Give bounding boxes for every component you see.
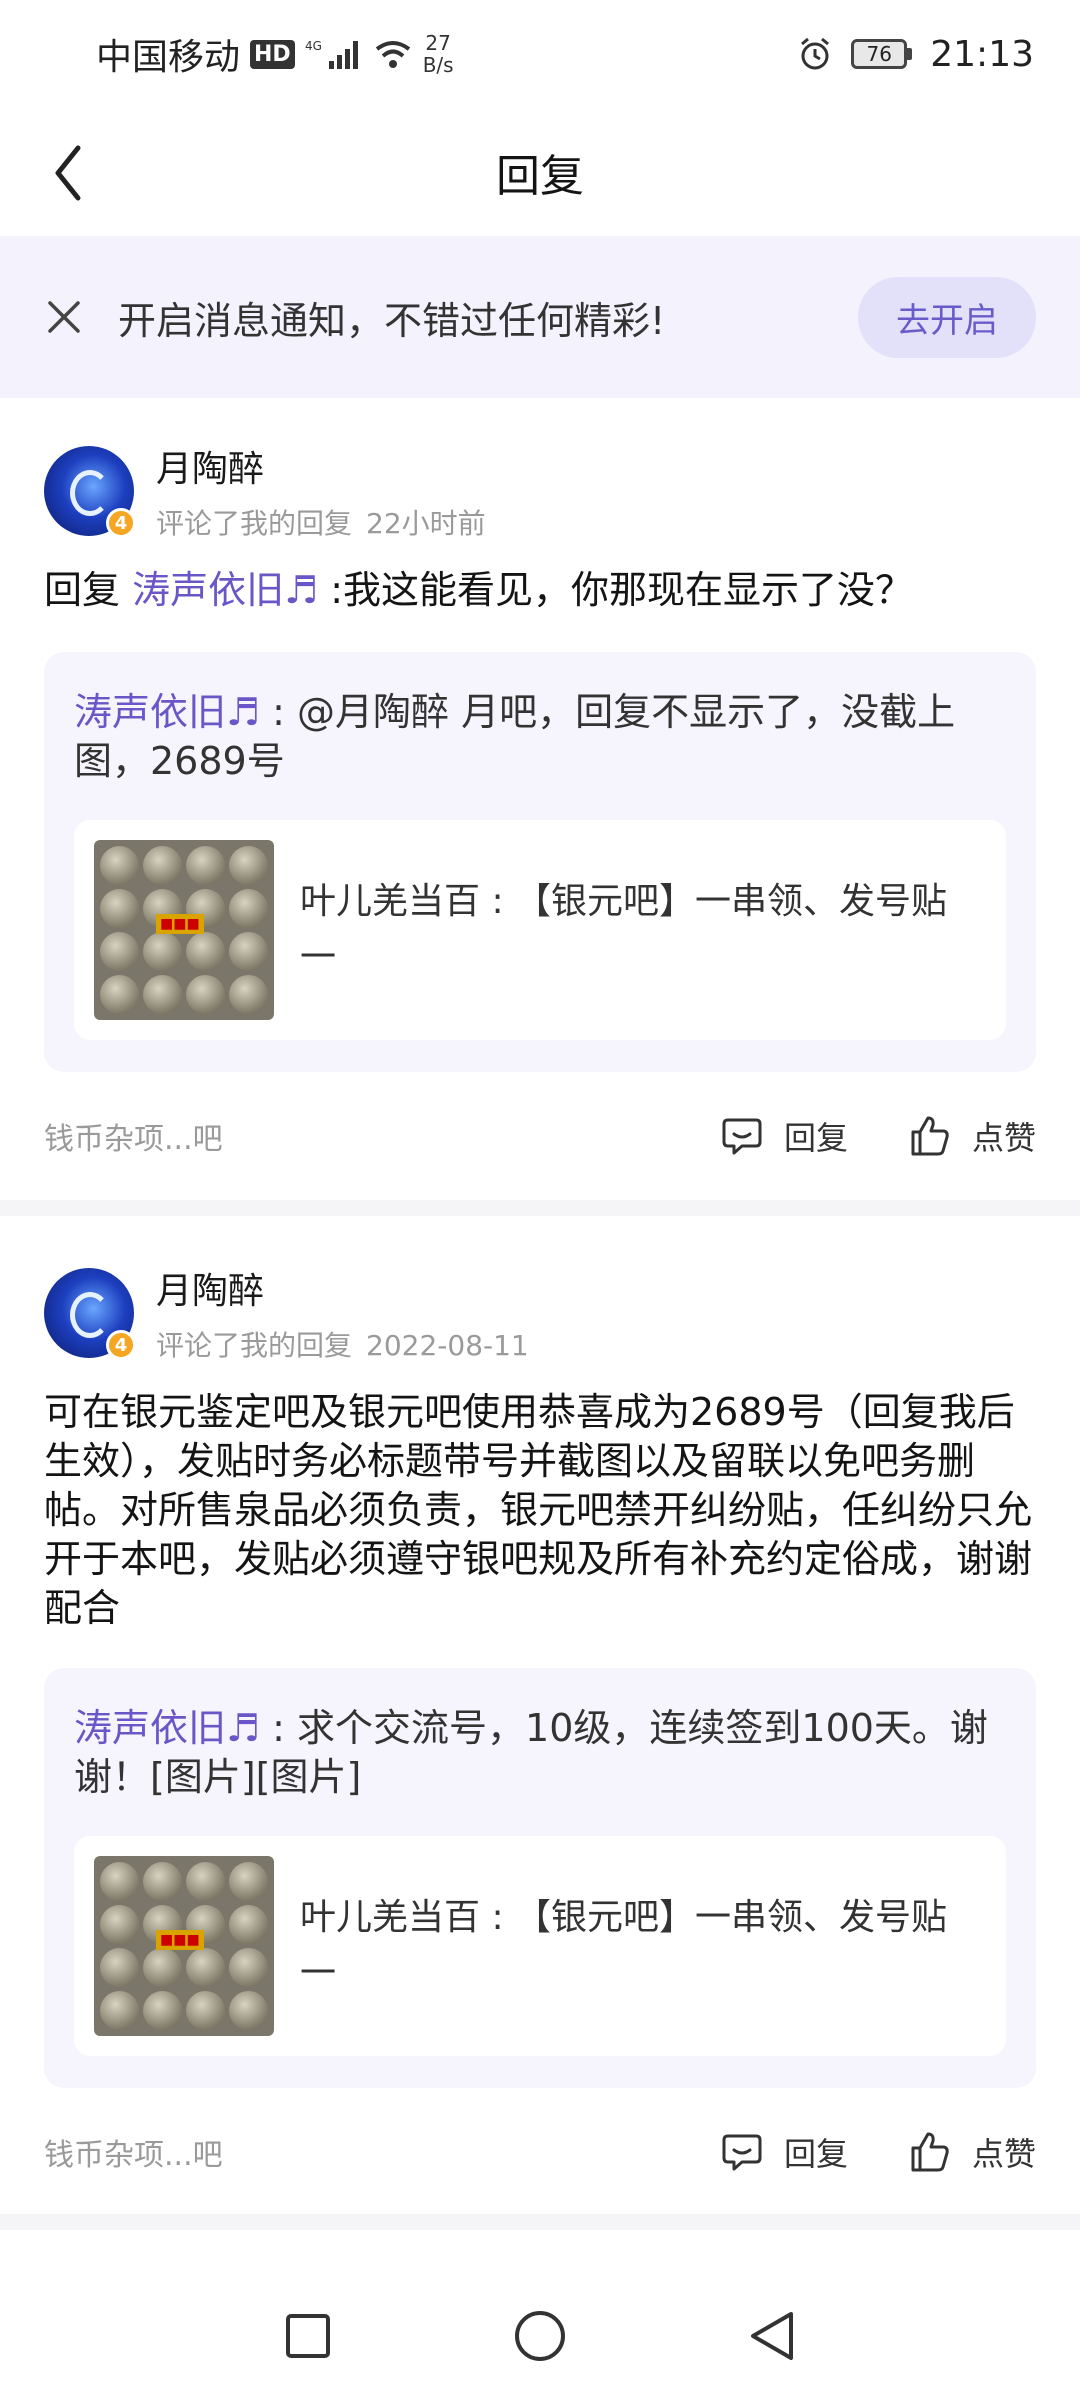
like-button[interactable]: 点赞 bbox=[908, 2129, 1036, 2175]
card-header: 4 月陶醉 评论了我的回复 2022-08-11 bbox=[44, 1262, 529, 1364]
forum-name[interactable]: 钱币杂项...吧 bbox=[44, 1114, 660, 1158]
card-header: 4 月陶醉 评论了我的回复 22小时前 bbox=[44, 440, 486, 542]
status-right: 76 21:13 bbox=[797, 34, 1034, 75]
card-footer: 钱币杂项...吧 回复 点赞 bbox=[44, 2122, 1036, 2182]
avatar[interactable]: 4 bbox=[44, 446, 136, 538]
page-title: 回复 bbox=[496, 151, 584, 202]
like-button[interactable]: 点赞 bbox=[908, 1113, 1036, 1159]
quote-text: 涛声依旧♬ : 求个交流号，10级，连续签到100天。谢谢！[图片][图片] bbox=[74, 1704, 1006, 1802]
source-post-title: 叶儿羌当百 : 【银元吧】一串领、发号贴一 bbox=[300, 1897, 948, 1994]
svg-text:4G: 4G bbox=[305, 39, 322, 53]
alarm-icon bbox=[801, 37, 830, 70]
hd-icon: HD bbox=[250, 39, 295, 69]
forum-name[interactable]: 钱币杂项...吧 bbox=[44, 2130, 660, 2174]
level-badge: 4 bbox=[106, 508, 136, 538]
battery-level: 76 bbox=[851, 39, 908, 69]
back-arrow-icon[interactable] bbox=[44, 138, 94, 208]
source-post-title: 叶儿羌当百 : 【银元吧】一串领、发号贴一 bbox=[300, 881, 948, 978]
wifi-icon bbox=[375, 41, 410, 68]
coin-thumbnail: ■■■ bbox=[94, 1856, 274, 2036]
activity-text: 评论了我的回复 bbox=[156, 507, 353, 540]
recent-apps-icon[interactable] bbox=[283, 2311, 333, 2361]
system-nav-bar bbox=[0, 2272, 1080, 2400]
quote-text: 涛声依旧♬ : @月陶醉 月吧，回复不显示了，没截上图，2689号 bbox=[74, 688, 1006, 786]
reply-label: 回复 bbox=[783, 1119, 848, 1157]
avatar[interactable]: 4 bbox=[44, 1268, 136, 1360]
net-speed-unit: B/s bbox=[422, 53, 454, 77]
notification-text: 开启消息通知，不错过任何精彩! bbox=[118, 298, 666, 343]
user-meta: 月陶醉 评论了我的回复 2022-08-11 bbox=[156, 1262, 529, 1364]
reply-label: 回复 bbox=[783, 2135, 848, 2173]
quoted-post[interactable]: 涛声依旧♬ : 求个交流号，10级，连续签到100天。谢谢！[图片][图片] ■… bbox=[44, 1668, 1036, 2088]
home-icon[interactable] bbox=[513, 2309, 567, 2363]
activity-line: 评论了我的回复 2022-08-11 bbox=[156, 1324, 529, 1364]
comment-icon bbox=[722, 2134, 762, 2171]
clock: 21:13 bbox=[930, 33, 1034, 75]
like-label: 点赞 bbox=[971, 1119, 1036, 1157]
username[interactable]: 月陶醉 bbox=[156, 440, 486, 492]
card-footer: 钱币杂项...吧 回复 点赞 bbox=[44, 1106, 1036, 1166]
net-speed: 27 B/s bbox=[423, 32, 454, 76]
carrier-label: 中国移动 bbox=[96, 37, 241, 78]
card-divider bbox=[0, 1200, 1080, 1216]
status-bar: 中国移动 HD 4G 27 B/s 76 21:13 bbox=[0, 0, 1080, 108]
close-icon[interactable] bbox=[44, 297, 84, 337]
reply-card[interactable]: 4 月陶醉 评论了我的回复 22小时前 回复 涛声依旧♬ :我这能看见，你那现在显… bbox=[0, 398, 1080, 1194]
signal-icon: 4G bbox=[305, 39, 358, 69]
user-meta: 月陶醉 评论了我的回复 22小时前 bbox=[156, 440, 486, 542]
battery-icon: 76 bbox=[851, 39, 913, 69]
reply-target-link[interactable]: 涛声依旧♬ bbox=[132, 568, 318, 612]
reply-card[interactable]: 4 月陶醉 评论了我的回复 2022-08-11 可在银元鉴定吧及银元吧使用恭喜成… bbox=[0, 1216, 1080, 2206]
status-left: 中国移动 HD 4G 27 B/s bbox=[96, 28, 454, 80]
source-post[interactable]: ■■■ 叶儿羌当百 : 【银元吧】一串领、发号贴一 bbox=[74, 820, 1006, 1040]
username[interactable]: 月陶醉 bbox=[156, 1262, 529, 1314]
timestamp: 22小时前 bbox=[366, 507, 486, 540]
quote-author-link[interactable]: 涛声依旧♬ bbox=[74, 690, 260, 734]
like-label: 点赞 bbox=[971, 2135, 1036, 2173]
reply-body: :我这能看见，你那现在显示了没？ bbox=[318, 568, 914, 612]
reply-button[interactable]: 回复 bbox=[720, 1113, 848, 1159]
nav-bar: 回复 bbox=[0, 108, 1080, 236]
reply-text: 回复 涛声依旧♬ :我这能看见，你那现在显示了没？ bbox=[44, 566, 1036, 615]
activity-line: 评论了我的回复 22小时前 bbox=[156, 502, 486, 542]
quote-author-link[interactable]: 涛声依旧♬ bbox=[74, 1706, 260, 1750]
quoted-post[interactable]: 涛声依旧♬ : @月陶醉 月吧，回复不显示了，没截上图，2689号 ■■■ 叶儿… bbox=[44, 652, 1036, 1072]
comment-icon bbox=[722, 1118, 762, 1155]
thumbs-up-icon bbox=[911, 2132, 949, 2172]
reply-prefix: 回复 bbox=[44, 568, 133, 612]
coin-image-tag: ■■■ bbox=[156, 1930, 204, 1950]
enable-notification-button[interactable]: 去开启 bbox=[858, 276, 1036, 358]
level-badge: 4 bbox=[106, 1330, 136, 1360]
back-triangle-icon[interactable] bbox=[747, 2309, 797, 2363]
timestamp: 2022-08-11 bbox=[366, 1329, 529, 1362]
activity-text: 评论了我的回复 bbox=[156, 1329, 353, 1362]
card-divider bbox=[0, 2214, 1080, 2230]
battery-tip bbox=[907, 48, 913, 60]
net-speed-value: 27 bbox=[425, 31, 451, 55]
thumbs-up-icon bbox=[911, 1116, 949, 1156]
source-post[interactable]: ■■■ 叶儿羌当百 : 【银元吧】一串领、发号贴一 bbox=[74, 1836, 1006, 2056]
coin-thumbnail: ■■■ bbox=[94, 840, 274, 1020]
reply-text: 可在银元鉴定吧及银元吧使用恭喜成为2689号（回复我后生效），发贴时务必标题带号… bbox=[44, 1390, 1033, 1630]
coin-image-tag: ■■■ bbox=[156, 914, 204, 934]
reply-button[interactable]: 回复 bbox=[720, 2129, 848, 2175]
notification-banner: 开启消息通知，不错过任何精彩! 去开启 bbox=[0, 236, 1080, 398]
